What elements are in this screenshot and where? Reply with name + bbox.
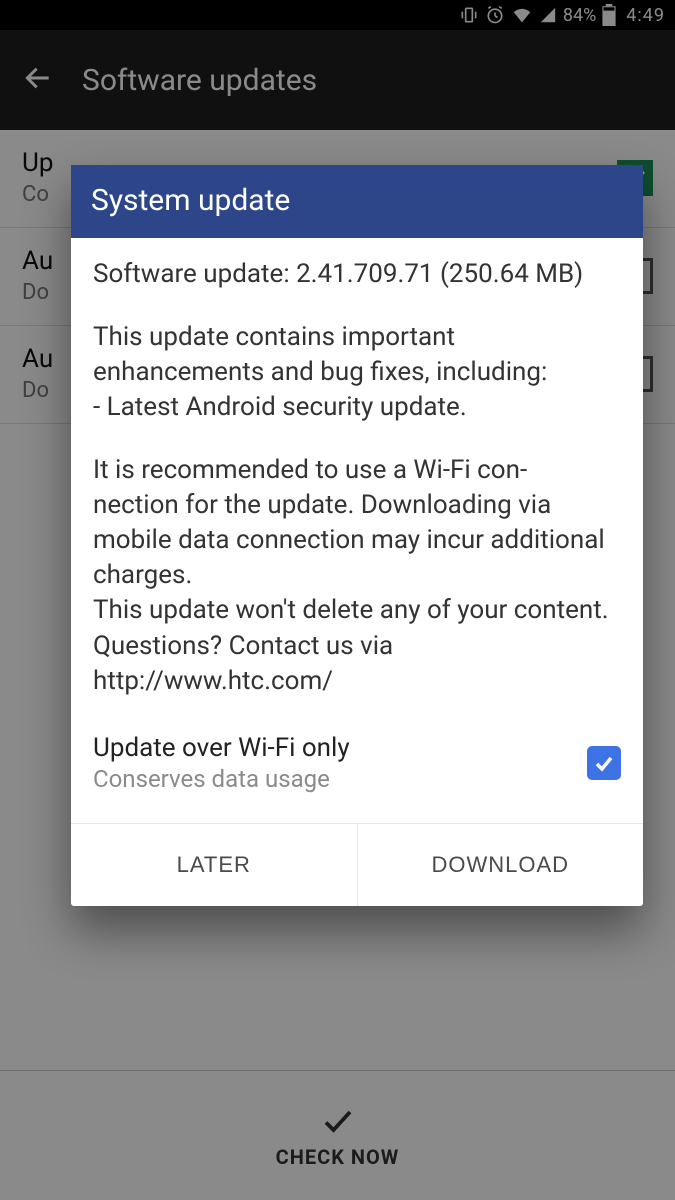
screen: Up Co Au Do Au Do CHECK NOW <box>0 0 675 1200</box>
update-description-2: It is recommended to use a Wi-Fi con- ne… <box>93 453 621 699</box>
wifi-only-title: Update over Wi-Fi only <box>93 733 350 763</box>
check-icon <box>592 751 616 775</box>
dialog-title: System update <box>71 165 643 238</box>
wifi-only-checkbox[interactable] <box>587 746 621 780</box>
update-description-1: This update contains important enhanceme… <box>93 320 621 425</box>
update-version-line: Software update: 2.41.709.71 (250.64 MB) <box>93 258 621 292</box>
dialog-body: Software update: 2.41.709.71 (250.64 MB)… <box>71 238 643 823</box>
wifi-only-row[interactable]: Update over Wi-Fi only Conserves data us… <box>93 727 621 811</box>
wifi-only-subtitle: Conserves data usage <box>93 765 350 793</box>
download-button[interactable]: DOWNLOAD <box>358 824 644 906</box>
system-update-dialog: System update Software update: 2.41.709.… <box>71 165 643 906</box>
dialog-buttons: LATER DOWNLOAD <box>71 823 643 906</box>
later-button[interactable]: LATER <box>71 824 357 906</box>
